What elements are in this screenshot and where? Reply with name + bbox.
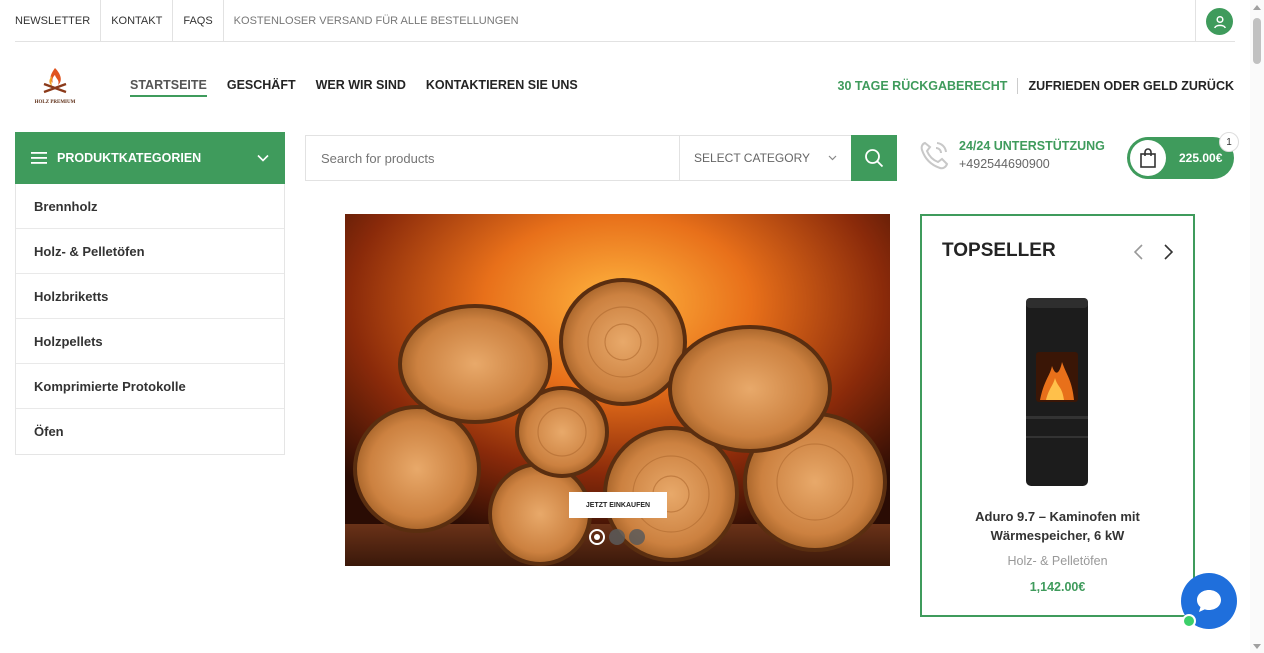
header-promises: 30 TAGE RÜCKGABERECHT ZUFRIEDEN ODER GEL… [838,78,1234,94]
cart-bag [1130,140,1166,176]
online-status-dot [1182,614,1196,628]
chevron-down-icon [257,154,269,162]
category-select[interactable]: SELECT CATEGORY [679,136,851,180]
category-holzpellets[interactable]: Holzpellets [16,319,284,364]
shopping-bag-icon [1140,148,1156,168]
newsletter-link[interactable]: NEWSLETTER [15,0,102,42]
main-nav: STARTSEITE GESCHÄFT WER WIR SIND KONTAKT… [130,78,578,97]
topseller-product-category[interactable]: Holz- & Pelletöfen [942,554,1173,568]
support-title: 24/24 UNTERSTÜTZUNG [959,139,1105,153]
search-icon [865,149,884,168]
account-button[interactable] [1206,8,1233,35]
user-icon [1213,15,1226,28]
cart-count-badge: 1 [1219,132,1239,152]
slider-dots [589,529,645,545]
nav-geschaeft[interactable]: GESCHÄFT [227,78,296,97]
next-arrow[interactable] [1160,242,1176,262]
stove-image[interactable] [1022,296,1092,491]
category-komprimierte-protokolle[interactable]: Komprimierte Protokolle [16,364,284,409]
faqs-link[interactable]: FAQS [173,0,224,42]
category-select-label: SELECT CATEGORY [694,151,811,165]
site-logo[interactable]: HOLZ PREMIUM [30,66,80,106]
category-menu-title: PRODUKTKATEGORIEN [57,151,202,165]
prev-arrow[interactable] [1130,242,1146,262]
chat-bubble-icon [1197,590,1221,612]
chevron-left-icon [1133,244,1143,260]
scroll-up-arrow[interactable] [1253,5,1261,10]
chevron-down-icon [828,155,837,161]
kontakt-link[interactable]: KONTAKT [101,0,174,42]
hero-slider[interactable]: JETZT EINKAUFEN [345,214,890,566]
topseller-product-price: 1,142.00€ [1029,580,1086,594]
phone-icon [920,141,949,170]
support-phone[interactable]: +492544690900 [959,157,1105,171]
header-divider [1017,78,1019,94]
category-menu-toggle[interactable]: PRODUKTKATEGORIEN [15,132,285,184]
cart-button[interactable]: 225.00€ 1 [1127,132,1239,179]
category-holzbriketts[interactable]: Holzbriketts [16,274,284,319]
category-holz-pelletoefen[interactable]: Holz- & Pelletöfen [16,229,284,274]
hamburger-icon [31,152,47,164]
nav-wer-wir-sind[interactable]: WER WIR SIND [316,78,406,97]
category-oefen[interactable]: Öfen [16,409,284,454]
nav-startseite[interactable]: STARTSEITE [130,78,207,97]
topseller-widget: TOPSELLER Aduro 9.7 – Kaminofen mit Wärm… [920,214,1195,617]
support-block: 24/24 UNTERSTÜTZUNG +492544690900 [917,138,1105,172]
money-back-text: ZUFRIEDEN ODER GELD ZURÜCK [1028,79,1234,93]
search-button[interactable] [851,135,897,181]
category-brennholz[interactable]: Brennholz [16,184,284,229]
slider-dot-3[interactable] [629,529,645,545]
shipping-promo: KOSTENLOSER VERSAND FÜR ALLE BESTELLUNGE… [233,14,519,27]
return-policy-text: 30 TAGE RÜCKGABERECHT [837,79,1008,93]
slider-dot-2[interactable] [609,529,625,545]
chevron-right-icon [1163,244,1173,260]
logo-text: HOLZ PREMIUM [35,100,76,105]
slider-dot-1[interactable] [589,529,605,545]
topseller-title: TOPSELLER [942,240,1056,261]
topseller-product-name[interactable]: Aduro 9.7 – Kaminofen mit Wärmespeicher,… [942,507,1173,545]
search-input[interactable] [306,136,679,180]
cart-amount: 225.00€ [1179,151,1223,165]
shop-now-button[interactable]: JETZT EINKAUFEN [569,492,667,518]
search-bar: SELECT CATEGORY [305,135,897,181]
scroll-down-arrow[interactable] [1253,644,1261,649]
page-scrollbar[interactable] [1250,0,1264,653]
scrollbar-thumb[interactable] [1253,18,1261,64]
top-bar: NEWSLETTER KONTAKT FAQS KOSTENLOSER VERS… [15,0,1235,42]
nav-kontaktieren[interactable]: KONTAKTIEREN SIE UNS [426,78,578,97]
account-divider [1195,0,1196,42]
category-list: Brennholz Holz- & Pelletöfen Holzbrikett… [15,184,285,455]
